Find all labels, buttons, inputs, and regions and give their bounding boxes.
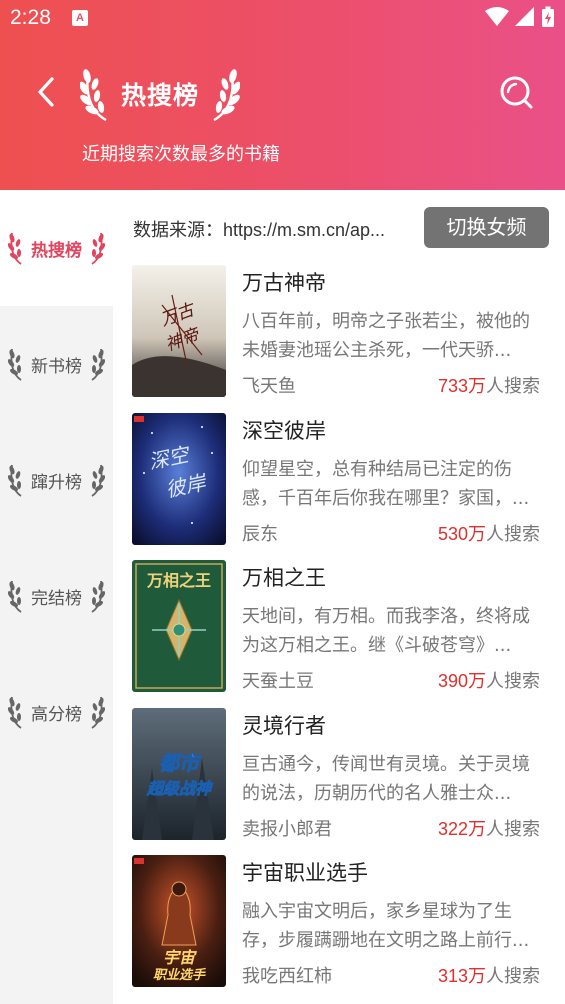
book-title: 万相之王 [242,566,326,590]
wifi-icon [485,7,509,26]
signal-icon [515,7,534,26]
svg-text:万相之王: 万相之王 [146,571,211,590]
search-count-suffix: 人搜索 [486,671,540,692]
book-title: 灵境行者 [242,714,326,738]
search-count: 313万人搜索 [438,962,540,988]
book-author: 飞天鱼 [242,376,296,397]
book-description: 八百年前，明帝之子张若尘，被他的未婚妻池瑶公主杀死，一代天骄... [242,311,530,361]
laurel-icon [8,232,22,265]
header: 2:28 A 热搜榜 近期搜索次数最多的书籍 [0,0,565,190]
book-list-panel: 数据来源：https://m.sm.cn/ap... 切换女频 万古 神帝 万古… [113,190,565,1004]
sidebar: 热搜榜 新书榜 蹿升榜 完结榜 高分榜 [0,190,113,1004]
search-icon [500,76,533,109]
source-row: 数据来源：https://m.sm.cn/ap... 切换女频 [133,206,553,250]
laurel-icon [8,464,22,497]
search-count: 733万人搜索 [438,372,540,398]
sidebar-item-new-books[interactable]: 新书榜 [0,306,113,422]
search-count-number: 313万 [437,966,486,986]
search-button[interactable] [494,70,538,114]
laurel-icon [213,69,240,122]
laurel-icon [91,348,105,381]
laurel-icon [91,580,105,613]
book-author: 辰东 [242,524,278,545]
chevron-left-icon [38,77,54,107]
svg-text:职业选手: 职业选手 [153,967,207,983]
book-description: 亘古通今，传闻世有灵境。关于灵境的说法，历朝历代的名人雅士众... [242,754,530,804]
search-count-suffix: 人搜索 [486,524,540,545]
book-cover: 都市 超级战神 [132,708,226,840]
sidebar-item-high-score[interactable]: 高分榜 [0,654,113,770]
laurel-icon [91,696,105,729]
system-icons [485,6,555,28]
book-cover: 万相之王 [132,560,226,692]
search-count-number: 530万 [437,524,486,544]
book-cover: 万古 神帝 [132,265,226,397]
search-count: 530万人搜索 [438,520,540,546]
search-count-suffix: 人搜索 [486,376,540,397]
search-count-number: 322万 [437,819,486,839]
book-author: 卖报小郎君 [242,819,332,840]
search-count-number: 733万 [437,376,486,396]
sidebar-item-label: 蹿升榜 [31,472,82,493]
switch-female-button[interactable]: 切换女频 [424,207,549,248]
book-title: 万古神帝 [242,271,326,295]
book-description: 融入宇宙文明后，家乡星球为了生存，步履蹒跚地在文明之路上前行... [242,901,530,951]
search-count: 322万人搜索 [438,815,540,841]
svg-text:宇宙: 宇宙 [163,948,197,967]
book-title: 宇宙职业选手 [242,861,368,885]
book-item[interactable]: 宇宙 职业选手 宇宙职业选手 融入宇宙文明后，家乡星球为了生存，步履蹒跚地在文明… [132,855,552,987]
sidebar-item-hot-search[interactable]: 热搜榜 [0,190,113,306]
title-badge: 热搜榜 [80,62,240,122]
book-title: 深空彼岸 [242,419,326,443]
book-cover: 深空 彼岸 [132,413,226,545]
book-cover: 宇宙 职业选手 [132,855,226,987]
status-bar: 2:28 A [0,0,565,38]
search-count-suffix: 人搜索 [486,966,540,987]
laurel-icon [8,348,22,381]
search-count: 390万人搜索 [438,667,540,693]
search-count-suffix: 人搜索 [486,819,540,840]
sidebar-item-label: 完结榜 [31,588,82,609]
book-item[interactable]: 深空 彼岸 深空彼岸 仰望星空，总有种结局已注定的伤感，千百年后你我在哪里？家国… [132,413,552,545]
search-count-number: 390万 [437,671,486,691]
sidebar-item-rising[interactable]: 蹿升榜 [0,422,113,538]
laurel-icon [91,232,105,265]
status-time: 2:28 [10,6,51,29]
battery-icon [542,6,554,27]
book-item[interactable]: 万相之王 万相之王 天地间，有万相。而我李洛，终将成为这万相之王。继《斗破苍穹》… [132,560,552,692]
laurel-icon [91,464,105,497]
book-description: 天地间，有万相。而我李洛，终将成为这万相之王。继《斗破苍穹》... [242,606,530,656]
back-button[interactable] [26,72,66,112]
laurel-icon [8,696,22,729]
data-source-text: 数据来源：https://m.sm.cn/ap... [133,220,386,240]
svg-text:都市: 都市 [159,751,202,775]
book-description: 仰望星空，总有种结局已注定的伤感，千百年后你我在哪里？家国，... [242,459,530,509]
svg-text:超级战神: 超级战神 [146,779,213,798]
sidebar-item-label: 热搜榜 [31,240,82,261]
book-author: 我吃西红柿 [242,966,332,987]
laurel-icon [8,580,22,613]
sidebar-item-completed[interactable]: 完结榜 [0,538,113,654]
book-author: 天蚕土豆 [242,671,314,692]
notification-icon: A [72,10,88,26]
page-subtitle: 近期搜索次数最多的书籍 [82,144,280,165]
book-item[interactable]: 万古 神帝 万古神帝 八百年前，明帝之子张若尘，被他的未婚妻池瑶公主杀死，一代天… [132,265,552,397]
sidebar-item-label: 高分榜 [31,704,82,725]
book-item[interactable]: 都市 超级战神 灵境行者 亘古通今，传闻世有灵境。关于灵境的说法，历朝历代的名人… [132,708,552,840]
sidebar-item-label: 新书榜 [31,356,82,377]
